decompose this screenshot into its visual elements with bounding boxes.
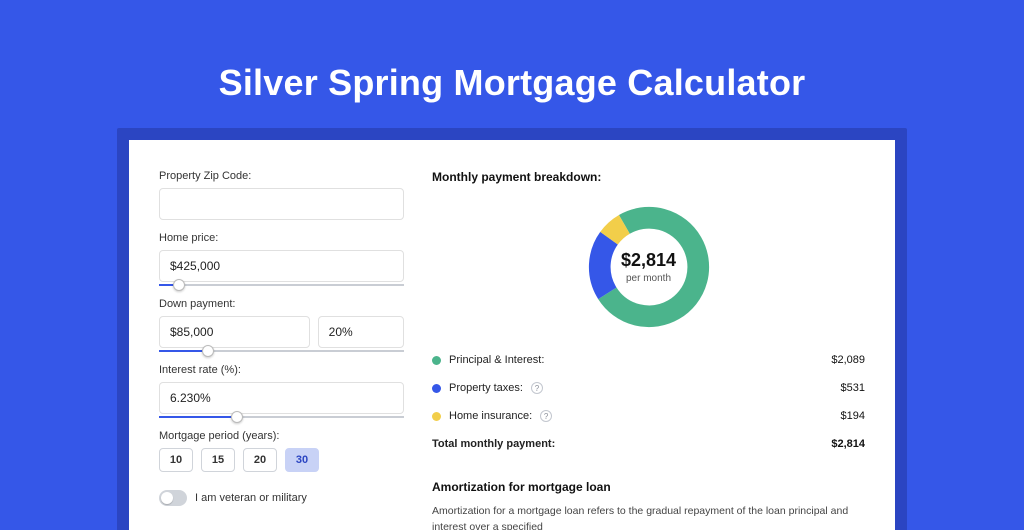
- period-pill-20[interactable]: 20: [243, 448, 277, 472]
- down-slider-fill: [159, 350, 208, 352]
- page-title: Silver Spring Mortgage Calculator: [0, 0, 1024, 128]
- price-label: Home price:: [159, 232, 404, 244]
- legend-value: $194: [841, 410, 865, 422]
- down-percent-input[interactable]: [318, 316, 404, 348]
- period-field: Mortgage period (years): 10 15 20 30: [159, 430, 404, 472]
- card-outer: Property Zip Code: Home price: Down paym…: [117, 128, 907, 530]
- down-slider-thumb[interactable]: [202, 345, 214, 357]
- inputs-column: Property Zip Code: Home price: Down paym…: [159, 170, 404, 530]
- legend-row: Property taxes:? $531: [432, 374, 865, 402]
- info-icon[interactable]: ?: [540, 410, 552, 422]
- legend-dot: [432, 384, 441, 393]
- legend-dot: [432, 356, 441, 365]
- veteran-label: I am veteran or military: [195, 492, 307, 504]
- legend-value: $531: [841, 382, 865, 394]
- breakdown-column: Monthly payment breakdown: $2,814 per mo…: [432, 170, 865, 530]
- donut-amount: $2,814: [621, 250, 676, 271]
- total-value: $2,814: [831, 438, 865, 450]
- breakdown-title: Monthly payment breakdown:: [432, 170, 865, 184]
- legend-total-row: Total monthly payment: $2,814: [432, 430, 865, 458]
- legend-label: Principal & Interest:: [449, 354, 544, 366]
- veteran-toggle-knob: [161, 492, 173, 504]
- info-icon[interactable]: ?: [531, 382, 543, 394]
- down-amount-input[interactable]: [159, 316, 310, 348]
- amort-text: Amortization for a mortgage loan refers …: [432, 504, 865, 530]
- period-label: Mortgage period (years):: [159, 430, 404, 442]
- donut-sublabel: per month: [626, 273, 671, 284]
- legend-list: Principal & Interest: $2,089 Property taxe…: [432, 346, 865, 430]
- down-field: Down payment:: [159, 298, 404, 352]
- total-label: Total monthly payment:: [432, 438, 555, 450]
- zip-field: Property Zip Code:: [159, 170, 404, 220]
- price-field: Home price:: [159, 232, 404, 286]
- amort-title: Amortization for mortgage loan: [432, 480, 865, 494]
- veteran-row: I am veteran or military: [159, 490, 404, 506]
- period-pill-15[interactable]: 15: [201, 448, 235, 472]
- rate-slider[interactable]: [159, 416, 404, 418]
- legend-value: $2,089: [831, 354, 865, 366]
- rate-input[interactable]: [159, 382, 404, 414]
- veteran-toggle[interactable]: [159, 490, 187, 506]
- down-label: Down payment:: [159, 298, 404, 310]
- rate-field: Interest rate (%):: [159, 364, 404, 418]
- calculator-card: Property Zip Code: Home price: Down paym…: [129, 140, 895, 530]
- legend-dot: [432, 412, 441, 421]
- breakdown-donut: $2,814 per month: [584, 202, 714, 332]
- rate-slider-thumb[interactable]: [231, 411, 243, 423]
- down-slider[interactable]: [159, 350, 404, 352]
- rate-label: Interest rate (%):: [159, 364, 404, 376]
- price-input[interactable]: [159, 250, 404, 282]
- donut-center: $2,814 per month: [584, 202, 714, 332]
- period-pill-10[interactable]: 10: [159, 448, 193, 472]
- rate-slider-fill: [159, 416, 237, 418]
- legend-row: Home insurance:? $194: [432, 402, 865, 430]
- period-pill-30[interactable]: 30: [285, 448, 319, 472]
- donut-wrap: $2,814 per month: [432, 198, 865, 346]
- price-slider[interactable]: [159, 284, 404, 286]
- legend-label: Property taxes:: [449, 382, 523, 394]
- zip-input[interactable]: [159, 188, 404, 220]
- zip-label: Property Zip Code:: [159, 170, 404, 182]
- legend-label: Home insurance:: [449, 410, 532, 422]
- legend-row: Principal & Interest: $2,089: [432, 346, 865, 374]
- price-slider-thumb[interactable]: [173, 279, 185, 291]
- period-pills: 10 15 20 30: [159, 448, 404, 472]
